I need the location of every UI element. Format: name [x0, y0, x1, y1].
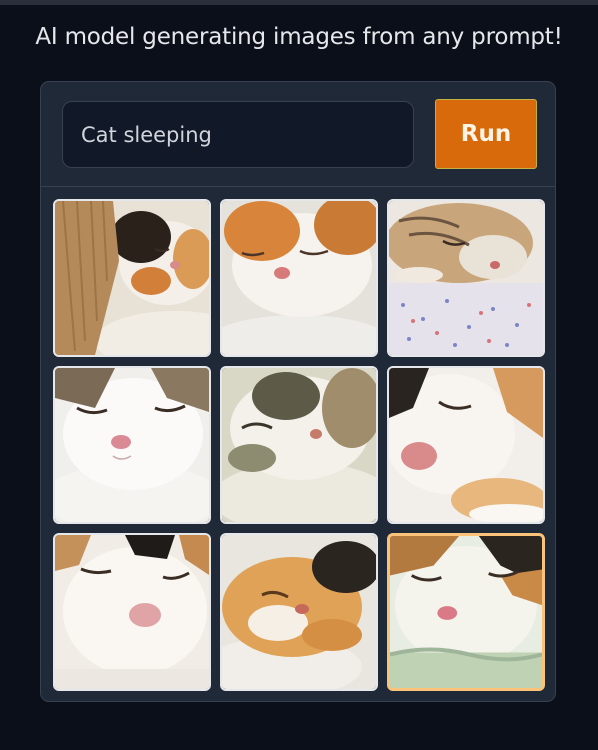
cat-image: [222, 201, 376, 355]
gallery-image-5[interactable]: [220, 366, 378, 524]
prompt-input[interactable]: [62, 101, 414, 168]
gallery-image-6[interactable]: [387, 366, 545, 524]
gallery-image-7[interactable]: [53, 533, 211, 691]
gallery-image-4[interactable]: [53, 366, 211, 524]
top-bar: [0, 0, 598, 5]
gallery-image-1[interactable]: [53, 199, 211, 357]
cat-image: [222, 535, 376, 689]
gallery-image-3[interactable]: [387, 199, 545, 357]
generator-panel: Run: [40, 81, 556, 702]
cat-image: [389, 368, 543, 522]
cat-image: [55, 535, 209, 689]
image-gallery: [53, 199, 545, 691]
prompt-row: Run: [41, 82, 555, 187]
gallery-image-9[interactable]: [387, 533, 545, 691]
cat-image: [389, 201, 543, 355]
cat-image: [222, 368, 376, 522]
gallery-image-2[interactable]: [220, 199, 378, 357]
run-button[interactable]: Run: [435, 99, 537, 169]
cat-image: [390, 536, 542, 688]
page-title: AI model generating images from any prom…: [35, 24, 563, 50]
cat-image: [55, 368, 209, 522]
cat-image: [55, 201, 209, 355]
gallery-image-8[interactable]: [220, 533, 378, 691]
